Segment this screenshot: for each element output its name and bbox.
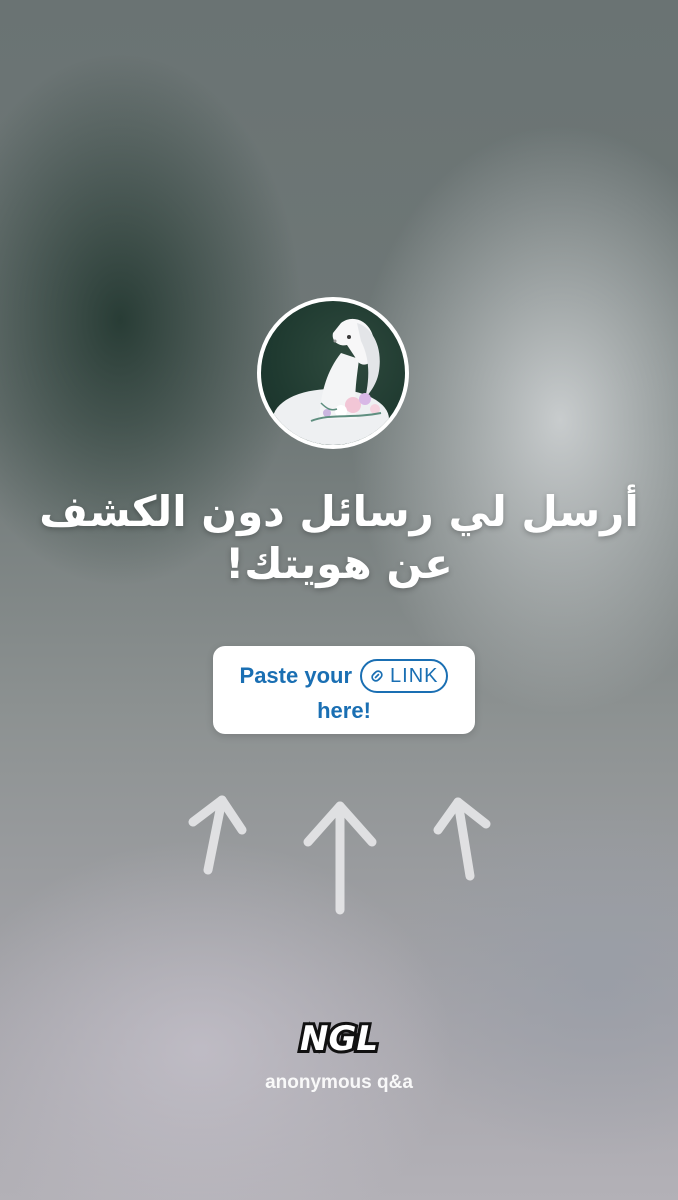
paste-line-1: Paste your LINK — [213, 659, 475, 693]
link-pill: LINK — [360, 659, 449, 693]
arrow-up-icon — [188, 795, 247, 875]
paste-link-card[interactable]: Paste your LINK here! — [213, 646, 475, 734]
arrow-up-icon — [433, 797, 491, 881]
profile-avatar — [257, 297, 409, 449]
chain-link-icon — [371, 670, 383, 682]
paste-your-label: Paste your — [239, 663, 353, 688]
ngl-logo: NGL — [296, 1008, 382, 1068]
horse-photo-icon — [273, 318, 389, 445]
ngl-logo-icon: NGL — [297, 1016, 381, 1062]
headline-text: أرسل لي رسائل دون الكشف عن هويتك! — [39, 487, 639, 588]
svg-text:NGL: NGL — [300, 1019, 378, 1059]
link-label: LINK — [390, 664, 439, 687]
arrow-up-icon — [303, 801, 377, 915]
paste-here-label: here! — [317, 698, 371, 723]
brand-tagline: anonymous q&a — [265, 1072, 413, 1093]
pointing-arrows — [188, 795, 491, 915]
